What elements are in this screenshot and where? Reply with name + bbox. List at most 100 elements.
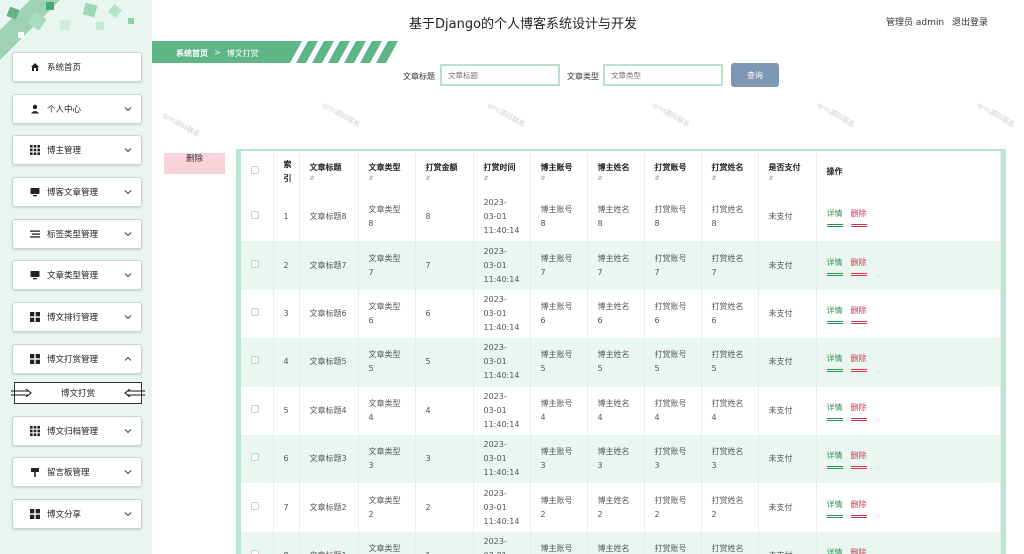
row-checkbox[interactable] bbox=[251, 307, 259, 316]
delete-button[interactable]: 删除 bbox=[850, 498, 867, 518]
sidebar-decoration bbox=[0, 0, 152, 60]
sidebar-item-article-types[interactable]: 文章类型管理 bbox=[12, 260, 142, 291]
detail-button[interactable]: 详情 bbox=[826, 352, 843, 373]
delete-button[interactable]: 删除 bbox=[850, 304, 867, 324]
cell-type: 文章类型6 bbox=[358, 289, 416, 339]
row-checkbox[interactable] bbox=[251, 259, 259, 268]
cell-title: 文章标题7 bbox=[299, 241, 359, 290]
row-checkbox[interactable] bbox=[251, 404, 259, 413]
sidebar-item-home[interactable]: 系统首页 bbox=[12, 52, 142, 82]
row-checkbox[interactable] bbox=[251, 453, 259, 462]
row-checkbox[interactable] bbox=[251, 549, 259, 554]
sort-icon[interactable]: ⇵ bbox=[598, 175, 634, 183]
sort-icon[interactable]: ⇵ bbox=[426, 175, 463, 183]
sort-icon[interactable]: ⇵ bbox=[712, 175, 748, 183]
cell-idx: 1 bbox=[273, 193, 300, 242]
cell-title: 文章标题2 bbox=[299, 483, 359, 532]
sidebar-item-archive[interactable]: 博文归档管理 bbox=[12, 415, 142, 446]
sort-icon[interactable]: ⇵ bbox=[484, 175, 520, 183]
table-row: 4 文章标题5 文章类型5 5 2023-03-01 11:40:14 博主账号5 博主姓名… bbox=[241, 338, 1001, 387]
col-header[interactable]: 文章类型 ⇵ bbox=[358, 151, 416, 193]
detail-button[interactable]: 详情 bbox=[826, 498, 843, 518]
col-header[interactable]: 索引 bbox=[273, 151, 300, 193]
delete-button[interactable]: 删除 bbox=[850, 449, 867, 470]
detail-button[interactable]: 详情 bbox=[826, 401, 843, 421]
row-checkbox[interactable] bbox=[251, 211, 259, 220]
detail-button[interactable]: 详情 bbox=[826, 304, 843, 324]
sidebar-item-tag-types[interactable]: 标签类型管理 bbox=[12, 218, 142, 249]
cell-reward-name: 打赏姓名5 bbox=[701, 338, 759, 387]
sidebar-subitem-reward[interactable]: 博文打赏 bbox=[11, 381, 145, 404]
cell-reward-name: 打赏姓名1 bbox=[701, 531, 759, 554]
cell-blogger-acc: 博主账号4 bbox=[530, 386, 588, 435]
title-search-input[interactable] bbox=[440, 64, 560, 86]
row-checkbox[interactable] bbox=[251, 501, 259, 510]
col-header[interactable]: 打赏金额 ⇵ bbox=[415, 151, 474, 193]
cell-amount: 7 bbox=[415, 241, 474, 290]
type-search-input[interactable] bbox=[603, 64, 723, 86]
person-icon bbox=[29, 103, 40, 114]
chevron-up-icon bbox=[124, 356, 132, 361]
sort-icon[interactable]: ⇵ bbox=[541, 175, 577, 183]
delete-button[interactable]: 删除 bbox=[850, 207, 867, 228]
col-header[interactable]: 打赏姓名 ⇵ bbox=[701, 151, 759, 193]
sidebar-item-share[interactable]: 博文分享 bbox=[12, 498, 142, 529]
pin-icon bbox=[29, 467, 40, 478]
sidebar-item-label: 博文打赏管理 bbox=[47, 354, 99, 365]
detail-button[interactable]: 详情 bbox=[826, 449, 843, 470]
row-checkbox[interactable] bbox=[251, 356, 259, 365]
col-header[interactable]: 是否支付 ⇵ bbox=[758, 151, 817, 193]
sort-icon[interactable]: ⇵ bbox=[769, 175, 806, 183]
batch-delete-button[interactable]: 删除 bbox=[164, 153, 225, 174]
breadcrumb-current: 博文打赏 bbox=[226, 49, 259, 58]
delete-button[interactable]: 删除 bbox=[851, 546, 867, 554]
cell-time: 2023-03-01 11:40:14 bbox=[473, 338, 531, 387]
watermark: qrm源码联系 bbox=[160, 111, 202, 139]
cell-paid: 未支付 bbox=[758, 193, 817, 242]
sidebar-item-guestbook[interactable]: 留言板管理 bbox=[12, 457, 142, 488]
cell-time: 2023-03-01 11:40:14 bbox=[473, 193, 531, 242]
col-header[interactable]: 打赏账号 ⇵ bbox=[644, 151, 702, 193]
select-cell bbox=[241, 338, 274, 387]
detail-button[interactable]: 详情 bbox=[826, 207, 843, 228]
arrow-right-icon bbox=[11, 388, 32, 397]
col-header[interactable]: 博主账号 ⇵ bbox=[530, 151, 588, 193]
watermark: qrm源码联系 bbox=[975, 101, 1017, 129]
batch-delete-label: 删除 bbox=[185, 154, 203, 164]
sidebar-item-label: 个人中心 bbox=[47, 104, 82, 115]
sidebar-item-articles[interactable]: 博客文章管理 bbox=[12, 177, 142, 208]
select-all-checkbox[interactable] bbox=[251, 166, 259, 174]
select-cell bbox=[241, 434, 274, 484]
sort-icon[interactable]: ⇵ bbox=[310, 175, 348, 183]
sort-icon[interactable]: ⇵ bbox=[369, 175, 405, 183]
actions-cell: 详情 删除 bbox=[816, 531, 1001, 554]
delete-button[interactable]: 删除 bbox=[850, 352, 867, 373]
sidebar-item-ranking[interactable]: 博文排行管理 bbox=[12, 302, 142, 333]
breadcrumb-home[interactable]: 系统首页 bbox=[176, 48, 208, 59]
cell-time: 2023-03-01 11:40:14 bbox=[473, 241, 531, 290]
col-header[interactable]: 文章标题 ⇵ bbox=[299, 151, 359, 193]
query-button[interactable]: 查询 bbox=[731, 63, 779, 87]
grid-icon bbox=[29, 425, 40, 436]
col-header[interactable]: 博主姓名 ⇵ bbox=[587, 151, 645, 193]
watermark: qrm源码联系 bbox=[815, 101, 857, 129]
logout-link[interactable]: 退出登录 bbox=[952, 15, 988, 28]
sidebar-item-personal[interactable]: 个人中心 bbox=[12, 93, 142, 124]
cell-idx: 6 bbox=[273, 434, 300, 484]
detail-button[interactable]: 详情 bbox=[826, 256, 843, 276]
actions-cell: 详情 删除 bbox=[816, 338, 1001, 387]
cell-blogger-acc: 博主账号6 bbox=[530, 289, 588, 339]
detail-button[interactable]: 详情 bbox=[827, 546, 843, 554]
sidebar-menu: 系统首页 个人中心 博主管理 博客文章管理 标签类型管理 文章类型管理 博文排行… bbox=[11, 52, 145, 541]
sort-icon[interactable]: ⇵ bbox=[655, 175, 691, 183]
sidebar-item-blogger[interactable]: 博主管理 bbox=[12, 135, 142, 166]
delete-button[interactable]: 删除 bbox=[850, 401, 867, 421]
title-search-label: 文章标题 bbox=[403, 72, 435, 81]
sidebar-item-label: 留言板管理 bbox=[47, 468, 90, 479]
cell-reward-acc: 打赏账号2 bbox=[644, 483, 702, 532]
col-header[interactable]: 打赏时间 ⇵ bbox=[473, 151, 531, 193]
sidebar-item-reward[interactable]: 博文打赏管理 bbox=[12, 343, 142, 374]
cell-type: 文章类型8 bbox=[358, 193, 416, 242]
cell-paid: 未支付 bbox=[758, 338, 817, 387]
delete-button[interactable]: 删除 bbox=[850, 256, 867, 276]
